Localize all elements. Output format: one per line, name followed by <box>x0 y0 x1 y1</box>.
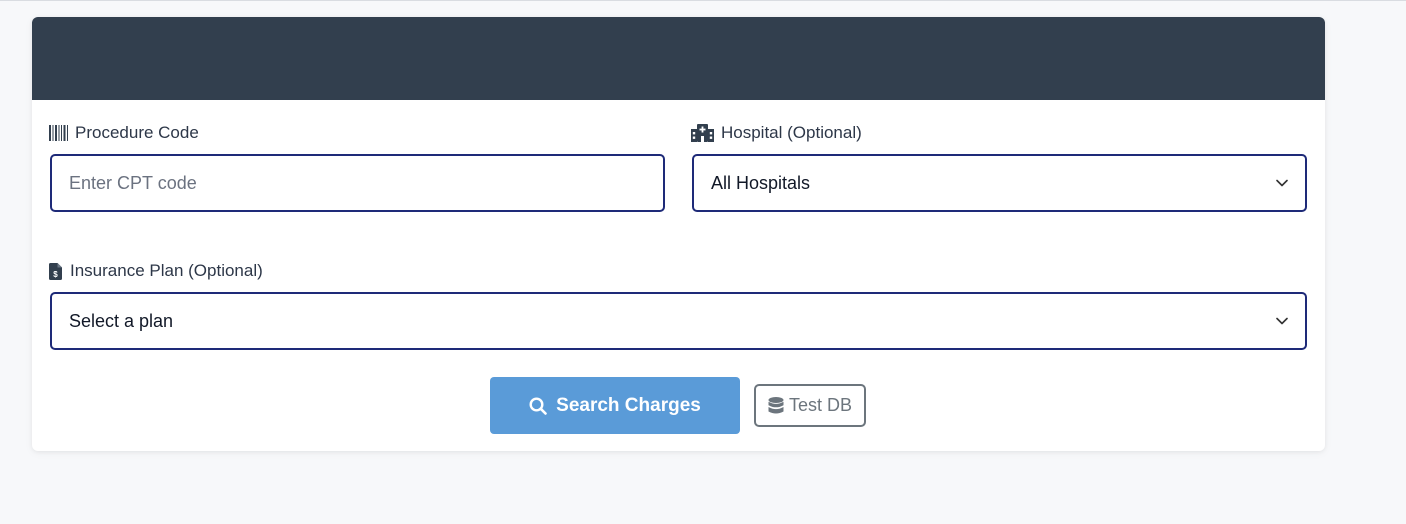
card-header <box>32 17 1325 100</box>
insurance-plan-label-text: Insurance Plan (Optional) <box>70 261 263 280</box>
procedure-code-label-text: Procedure Code <box>75 123 199 142</box>
svg-text:$: $ <box>53 270 58 279</box>
procedure-code-label: Procedure Code <box>49 121 199 145</box>
hospital-select-value: All Hospitals <box>711 172 811 193</box>
test-db-label: Test DB <box>788 395 853 415</box>
hospital-label-text: Hospital (Optional) <box>721 123 862 142</box>
procedure-code-input[interactable] <box>50 154 665 212</box>
search-charges-label: Search Charges <box>556 394 701 416</box>
hospital-select[interactable]: All Hospitals <box>692 154 1307 212</box>
chevron-down-icon <box>1276 179 1288 187</box>
insurance-plan-select[interactable]: Select a plan <box>50 292 1307 350</box>
hospital-icon <box>691 124 714 142</box>
test-db-button[interactable]: Test DB <box>754 384 866 427</box>
hospital-label: Hospital (Optional) <box>691 121 862 145</box>
invoice-dollar-icon: $ <box>49 262 62 280</box>
insurance-plan-label: $ Insurance Plan (Optional) <box>49 259 263 283</box>
search-charges-button[interactable]: Search Charges <box>490 377 740 434</box>
database-icon <box>768 396 784 415</box>
search-card: Procedure Code Hospital (Optional) All H… <box>32 17 1325 451</box>
chevron-down-icon <box>1276 317 1288 325</box>
barcode-icon <box>49 125 68 141</box>
insurance-plan-select-value: Select a plan <box>69 310 174 331</box>
search-icon <box>529 396 547 415</box>
